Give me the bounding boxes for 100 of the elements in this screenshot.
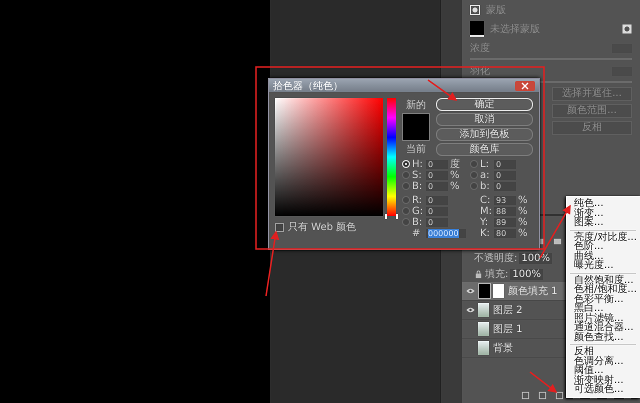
fill-label: 填充: <box>485 268 508 281</box>
new-label: 新的 <box>406 98 426 112</box>
menu-item[interactable]: 黑白... <box>566 304 640 314</box>
field-label: # <box>412 228 422 238</box>
unit-label: % <box>450 180 460 192</box>
menu-item[interactable]: 色阶... <box>566 242 640 252</box>
menu-item[interactable]: 纯色... <box>566 199 640 208</box>
menu-item[interactable]: 反相 <box>566 347 640 356</box>
input-field[interactable]: 93 <box>494 196 516 204</box>
radio-button[interactable] <box>470 182 478 190</box>
input-field[interactable]: 0 <box>426 160 448 168</box>
unit-label: % <box>518 228 528 238</box>
dialog-button[interactable]: 取消 <box>436 113 533 126</box>
radio-button[interactable] <box>402 218 410 226</box>
annotation-arrow <box>265 230 280 296</box>
field-label: K: <box>480 228 491 238</box>
mask-thumbnail <box>493 284 504 298</box>
radio-button[interactable] <box>470 160 478 168</box>
current-label: 当前 <box>406 142 426 156</box>
input-field[interactable]: 0 <box>426 206 448 216</box>
dialog-button[interactable]: 添加到色板 <box>436 128 533 141</box>
menu-item[interactable]: 自然饱和度... <box>566 276 640 285</box>
input-field[interactable]: 80 <box>494 228 516 238</box>
unit-label: % <box>518 216 528 228</box>
field-label: G: <box>412 206 424 216</box>
unit-label: 度 <box>450 159 460 170</box>
dialog-button[interactable]: 颜色库 <box>436 143 533 156</box>
menu-item[interactable]: 色调分离... <box>566 356 640 366</box>
mask-icon[interactable] <box>622 24 632 34</box>
input-field[interactable]: 0 <box>494 170 516 180</box>
layer-name: 图层 1 <box>493 323 523 336</box>
menu-item[interactable]: 阈值... <box>566 366 640 376</box>
filter-icon[interactable] <box>553 237 562 246</box>
unit-label: % <box>450 170 460 180</box>
field-label: H: <box>412 158 424 170</box>
menu-item[interactable]: 颜色查找... <box>566 332 640 342</box>
menu-item[interactable]: 渐变... <box>566 208 640 218</box>
input-field[interactable]: 89 <box>494 218 516 226</box>
checkbox[interactable] <box>275 222 284 232</box>
opacity-field[interactable]: 100% <box>519 252 552 264</box>
input-field[interactable]: 88 <box>494 206 516 216</box>
menu-item[interactable]: 色彩平衡... <box>566 294 640 304</box>
opacity-label: 不透明度: <box>474 252 518 265</box>
radio-button[interactable] <box>402 171 410 179</box>
input-field[interactable]: 0 <box>494 160 516 168</box>
hex-field[interactable]: 000000 <box>426 228 466 238</box>
dialog-button[interactable]: 确定 <box>436 98 533 111</box>
menu-item[interactable]: 亮度/对比度... <box>566 232 640 242</box>
layer-name: 背景 <box>493 342 513 355</box>
input-field[interactable]: 0 <box>426 196 448 204</box>
mask-thumbnail <box>470 21 484 37</box>
menu-item[interactable]: 通道混合器... <box>566 323 640 332</box>
layer-name: 图层 2 <box>493 304 523 317</box>
menu-item[interactable]: 可选颜色... <box>566 385 640 394</box>
field-label: B: <box>412 180 424 192</box>
field-label: R: <box>412 194 424 206</box>
field-label: S: <box>412 170 423 180</box>
eye-icon[interactable] <box>466 307 474 313</box>
image-thumbnail <box>478 322 489 336</box>
field-label: L: <box>480 158 490 170</box>
field-label: C: <box>480 194 492 206</box>
eye-icon[interactable] <box>466 288 474 294</box>
input-field[interactable]: 0 <box>426 218 448 226</box>
radio-button[interactable] <box>402 207 410 215</box>
color-swatch <box>402 113 430 141</box>
field-label: Y: <box>480 216 490 228</box>
field-label: b: <box>480 180 491 192</box>
input-field[interactable]: 0 <box>426 182 448 190</box>
annotation-arrow <box>530 371 558 393</box>
unit-label: % <box>518 194 528 206</box>
menu-item[interactable]: 照片滤镜... <box>566 314 640 323</box>
menu-item[interactable]: 曝光度... <box>566 261 640 270</box>
mask-icon[interactable] <box>470 5 480 15</box>
input-field[interactable]: 0 <box>426 170 448 180</box>
radio-button[interactable] <box>402 182 410 190</box>
checkbox-label: 只有 Web 颜色 <box>288 220 356 234</box>
unit-label: % <box>518 206 528 216</box>
field-label: a: <box>480 170 490 180</box>
menu-item[interactable]: 色相/饱和度... <box>566 285 640 294</box>
field-label: B: <box>412 216 424 228</box>
dialog-title: 拾色器（纯色） <box>273 80 343 92</box>
fill-field[interactable]: 100% <box>510 268 543 280</box>
menu-item[interactable]: 曲线... <box>566 252 640 261</box>
selected-text: 000000 <box>428 228 459 238</box>
radio-button[interactable] <box>402 196 410 204</box>
hue-slider-track[interactable] <box>387 98 396 216</box>
input-field[interactable]: 0 <box>494 182 516 190</box>
annotation-arrow <box>428 79 458 101</box>
close-icon[interactable] <box>515 80 535 90</box>
radio-button[interactable] <box>470 171 478 179</box>
image-thumbnail <box>478 303 489 317</box>
image-thumbnail <box>478 341 489 355</box>
field-label: M: <box>480 206 492 216</box>
menu-item[interactable]: 渐变映射... <box>566 376 640 385</box>
layer-name: 颜色填充 1 <box>508 284 558 298</box>
color-field[interactable] <box>275 98 383 216</box>
menu-item[interactable]: 图案... <box>566 218 640 228</box>
fill-thumbnail <box>478 283 491 299</box>
lock-icon[interactable] <box>474 270 483 278</box>
hue-slider-thumb[interactable] <box>385 214 398 219</box>
